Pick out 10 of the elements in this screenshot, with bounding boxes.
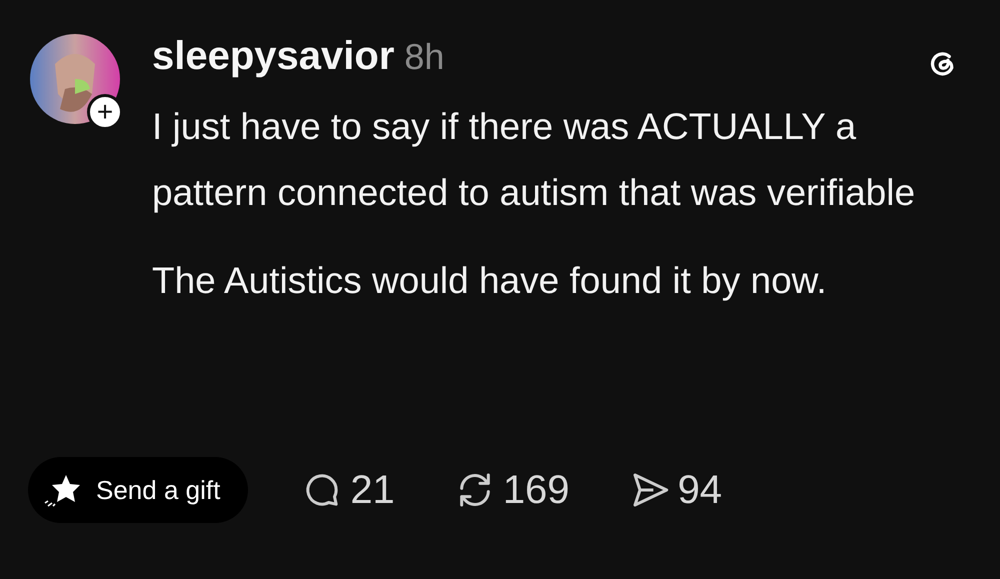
post-time: 8h [404,36,444,78]
star-icon [42,473,82,507]
stat-count: 21 [350,468,395,512]
follow-badge[interactable]: + [87,94,123,130]
post-text: I just have to say if there was ACTUALLY a pattern connected to autism that was verifiable [152,105,916,215]
send-gift-button[interactable]: Send a gift [28,457,248,523]
post-text: The Autistics would have found it by now. [152,259,828,303]
stat-count: 169 [502,468,570,512]
author-name[interactable]: sleepysavior [152,34,394,79]
stat-count: 94 [678,468,722,512]
